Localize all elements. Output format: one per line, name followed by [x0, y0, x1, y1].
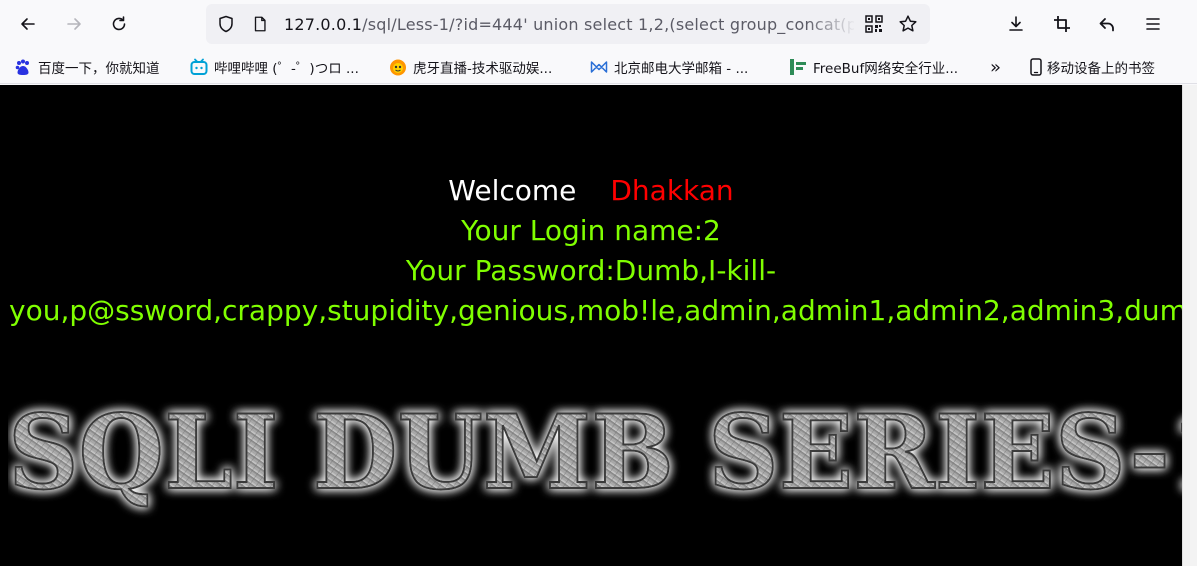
bookmark-mobile[interactable]: 移动设备上的书签	[1027, 56, 1155, 78]
bookmark-bupt-mail[interactable]: 北京邮电大学邮箱 - ...	[590, 56, 748, 78]
password-text-line2: you,p@ssword,crappy,stupidity,genious,mo…	[9, 294, 1182, 327]
crop-icon[interactable]	[1046, 8, 1078, 40]
bookmarks-toolbar: 百度一下，你就知道 哔哩哔哩 (゜-゜)つロ ... 虎牙直播-技术驱动娱...…	[0, 48, 1197, 84]
vertical-scrollbar[interactable]	[1182, 85, 1197, 566]
url-bar[interactable]: 127.0.0.1/sql/Less-1/?id=444' union sele…	[206, 4, 930, 44]
bookmark-huya[interactable]: 虎牙直播-技术驱动娱...	[389, 56, 552, 78]
bookmark-label: FreeBuf网络安全行业...	[813, 61, 959, 77]
bookmark-label: 北京邮电大学邮箱 - ...	[614, 61, 749, 77]
bookmark-star-icon[interactable]	[898, 14, 918, 34]
browser-toolbar: 127.0.0.1/sql/Less-1/?id=444' union sele…	[0, 0, 1197, 48]
bookmark-label: 哔哩哔哩 (゜-゜)つロ ...	[214, 61, 359, 77]
back-arrow-icon[interactable]	[12, 8, 44, 40]
reload-icon[interactable]	[103, 8, 135, 40]
url-text[interactable]: 127.0.0.1/sql/Less-1/?id=444' union sele…	[284, 14, 854, 36]
tracking-protection-shield-icon[interactable]	[216, 14, 236, 34]
bupt-mail-icon	[590, 58, 608, 76]
bookmark-label: 虎牙直播-技术驱动娱...	[413, 61, 553, 77]
huya-icon	[389, 58, 407, 76]
bookmark-baidu[interactable]: 百度一下，你就知道	[14, 56, 160, 78]
page-info-icon[interactable]	[250, 14, 270, 34]
password-text-line1: Your Password:Dumb,I-kill-	[405, 254, 777, 287]
download-icon[interactable]	[1000, 8, 1032, 40]
baidu-paw-icon	[14, 58, 32, 76]
bilibili-tv-icon	[190, 58, 208, 76]
qr-code-icon[interactable]	[864, 14, 884, 34]
login-name-text: Your Login name:2	[461, 214, 721, 247]
undo-arrow-icon[interactable]	[1091, 8, 1123, 40]
welcome-text: Welcome	[448, 174, 577, 207]
freebuf-icon	[789, 58, 807, 76]
bookmark-bilibili[interactable]: 哔哩哔哩 (゜-゜)つロ ...	[190, 56, 359, 78]
bookmarks-overflow-button[interactable]: »	[990, 56, 1001, 78]
banner-text: SQLI DUMB SERIES-1	[8, 393, 1182, 513]
sqli-dumb-series-banner: SQLI DUMB SERIES-1	[8, 392, 1182, 514]
url-host: 127.0.0.1	[284, 15, 363, 34]
url-path: /sql/Less-1/?id=444' union select 1,2,(s…	[362, 15, 854, 34]
username-text: Dhakkan	[610, 174, 734, 207]
bookmark-freebuf[interactable]: FreeBuf网络安全行业...	[789, 56, 958, 78]
url-fade	[806, 8, 856, 40]
forward-arrow-icon[interactable]	[58, 8, 90, 40]
welcome-line: Welcome Dhakkan	[0, 171, 1182, 211]
chevron-double-right-icon: »	[990, 56, 1002, 78]
page-content: Welcome Dhakkan Your Login name:2 Your Pa…	[0, 85, 1182, 566]
hamburger-menu-icon[interactable]	[1137, 8, 1169, 40]
bookmark-label: 百度一下，你就知道	[38, 61, 160, 77]
mobile-device-icon	[1027, 58, 1045, 76]
bookmark-label: 移动设备上的书签	[1047, 61, 1155, 77]
